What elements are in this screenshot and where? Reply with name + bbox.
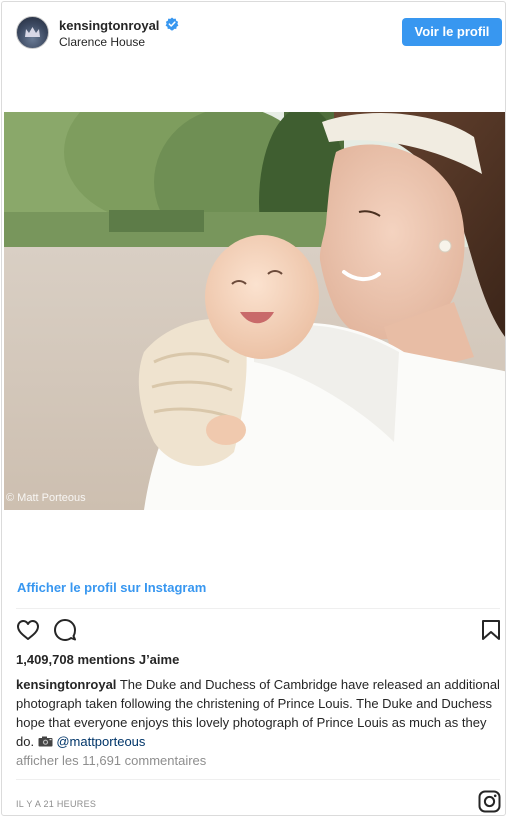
post-photo[interactable] <box>4 112 505 510</box>
bookmark-icon[interactable] <box>481 619 501 641</box>
view-profile-button[interactable]: Voir le profil <box>402 18 502 46</box>
view-comments-link[interactable]: afficher les 11,691 commentaires <box>16 753 206 768</box>
comment-icon[interactable] <box>53 618 77 642</box>
photo-illustration <box>4 112 505 510</box>
location[interactable]: Clarence House <box>59 35 145 49</box>
view-profile-on-instagram-link[interactable]: Afficher le profil sur Instagram <box>17 580 206 595</box>
username[interactable]: kensingtonroyal <box>59 18 159 33</box>
instagram-logo-icon[interactable] <box>478 790 501 813</box>
heart-icon[interactable] <box>16 619 40 641</box>
post-header: kensingtonroyal Clarence House Voir le p… <box>2 2 505 62</box>
caption-mention-link[interactable]: @mattporteous <box>56 734 145 749</box>
likes-count[interactable]: 1,409,708 mentions J’aime <box>16 652 179 667</box>
crest-icon <box>25 27 40 37</box>
photo-watermark: © Matt Porteous <box>6 492 86 504</box>
camera-icon <box>38 736 53 747</box>
caption: kensingtonroyal The Duke and Duchess of … <box>16 675 501 751</box>
divider <box>16 608 500 609</box>
timestamp[interactable]: IL Y A 21 HEURES <box>16 799 96 809</box>
instagram-embed-card: kensingtonroyal Clarence House Voir le p… <box>1 1 506 816</box>
caption-username[interactable]: kensingtonroyal <box>16 677 116 692</box>
verified-badge-icon <box>165 17 179 31</box>
avatar[interactable] <box>16 16 49 49</box>
divider <box>16 779 500 780</box>
